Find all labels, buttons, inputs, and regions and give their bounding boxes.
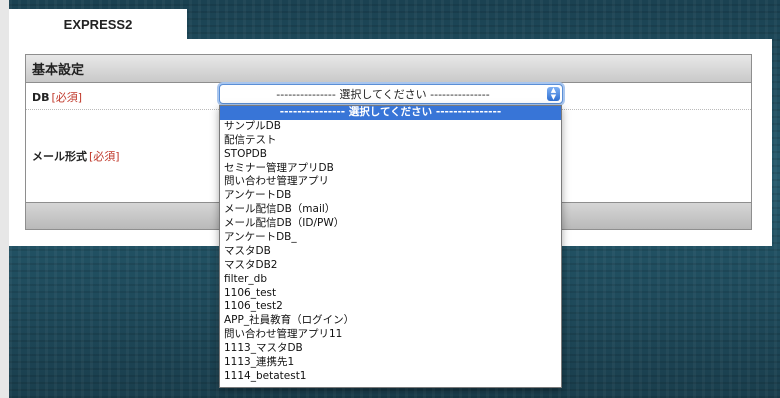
required-badge: [必須] xyxy=(51,91,83,104)
db-option[interactable]: 1113_マスタDB xyxy=(220,342,561,356)
mail-format-label: メール形式 [必須] xyxy=(32,148,120,164)
db-option[interactable]: 1106_test2 xyxy=(220,300,561,314)
mail-format-label-text: メール形式 xyxy=(32,150,87,163)
left-edge xyxy=(0,0,9,398)
required-badge: [必須] xyxy=(89,150,120,163)
db-select[interactable]: --------------- 選択してください ---------------… xyxy=(219,84,563,104)
db-select-value: --------------- 選択してください --------------- xyxy=(276,88,490,101)
db-option[interactable]: アンケートDB_ xyxy=(220,231,561,245)
db-option[interactable]: セミナー管理アプリDB xyxy=(220,162,561,176)
db-option[interactable]: 問い合わせ管理アプリ11 xyxy=(220,328,561,342)
db-option[interactable]: APP_社員教育（ログイン） xyxy=(220,314,561,328)
db-option[interactable]: サンプルDB xyxy=(220,120,561,134)
db-option[interactable]: 1114_betatest1 xyxy=(220,370,561,384)
db-option[interactable]: --------------- 選択してください --------------- xyxy=(220,106,561,120)
db-option[interactable]: アンケートDB xyxy=(220,189,561,203)
db-label: DB [必須] xyxy=(32,89,82,105)
db-option[interactable]: 1106_test xyxy=(220,287,561,301)
db-options-list: --------------- 選択してください ---------------… xyxy=(219,105,562,388)
db-option[interactable]: マスタDB2 xyxy=(220,259,561,273)
db-option[interactable]: STOPDB xyxy=(220,148,561,162)
db-option[interactable]: 1113_連携先1 xyxy=(220,356,561,370)
section-title: 基本設定 xyxy=(26,55,751,83)
db-option[interactable]: マスタDB xyxy=(220,245,561,259)
db-label-text: DB xyxy=(32,91,50,104)
db-option[interactable]: filter_db xyxy=(220,273,561,287)
db-option[interactable]: メール配信DB（mail） xyxy=(220,203,561,217)
up-down-arrows-icon: ▲ ▼ xyxy=(547,87,560,101)
db-option[interactable]: メール配信DB（ID/PW） xyxy=(220,217,561,231)
db-option[interactable]: 配信テスト xyxy=(220,134,561,148)
tab-express2[interactable]: EXPRESS2 xyxy=(9,9,187,39)
db-option[interactable]: 問い合わせ管理アプリ xyxy=(220,175,561,189)
